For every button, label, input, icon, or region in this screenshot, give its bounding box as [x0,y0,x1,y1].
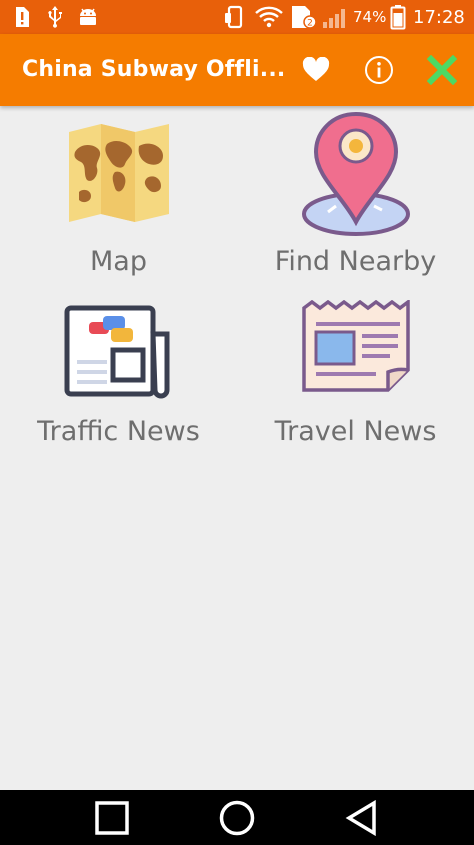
sim-alert-icon [14,0,30,34]
location-pin-icon [301,111,410,236]
grid-item-map[interactable]: Map [0,110,237,280]
back-button[interactable] [332,797,392,839]
grid-item-traffic-news[interactable]: Traffic News [0,296,237,466]
status-bar: 2 74% 17:28 [0,0,474,34]
newspaper-icon [301,300,410,392]
home-button[interactable] [207,797,267,839]
square-icon [95,801,129,835]
triangle-back-icon [345,800,376,836]
grid-item-label: Map [90,246,147,277]
newspaper-traffic-icon [64,305,169,399]
grid-item-label: Find Nearby [274,246,437,277]
signal-icon [322,0,350,34]
grid-item-label: Travel News [274,416,437,447]
battery-percent: 74% [353,8,387,26]
nav-bar [0,790,474,845]
wifi-icon [254,0,284,34]
circle-icon [219,800,255,836]
info-icon [365,56,393,84]
android-icon [76,0,100,34]
rotation-icon [223,0,247,34]
usb-icon [46,0,64,34]
app-title: China Subway Offli... [22,57,286,82]
svg-text:2: 2 [307,19,313,29]
sim-card-icon: 2 [290,0,318,34]
grid-item-travel-news[interactable]: Travel News [237,296,474,466]
info-button[interactable] [359,50,399,90]
heart-icon [302,57,330,81]
battery-icon [390,0,406,34]
grid-item-find-nearby[interactable]: Find Nearby [237,110,474,280]
clock: 17:28 [413,6,465,28]
close-x-icon [427,55,457,85]
map-icon [68,124,169,222]
recents-button[interactable] [82,797,142,839]
favorite-button[interactable] [296,50,336,90]
app-bar: China Subway Offli... [0,34,474,106]
grid-item-label: Traffic News [37,416,200,447]
close-button[interactable] [422,50,462,90]
